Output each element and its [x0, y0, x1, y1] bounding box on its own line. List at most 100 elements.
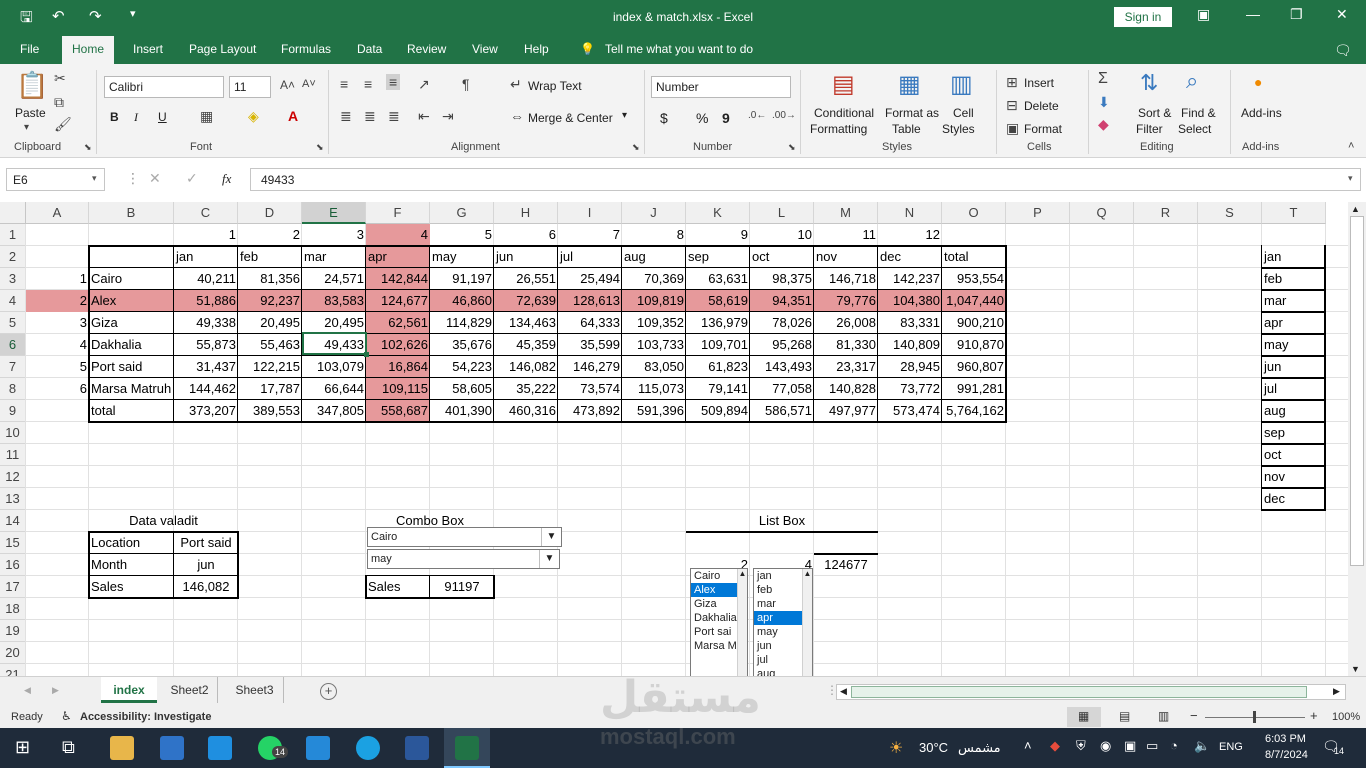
task-view-icon[interactable]: ⧉: [62, 737, 75, 758]
month-list-cell[interactable]: apr: [1262, 312, 1326, 334]
column-header[interactable]: J: [622, 202, 686, 224]
sign-in-button[interactable]: Sign in: [1114, 7, 1172, 27]
row-header[interactable]: 10: [0, 422, 26, 444]
combo-box-city[interactable]: Cairo ▼: [367, 527, 562, 547]
table-name-cell[interactable]: Giza: [89, 312, 174, 334]
row-index-cell[interactable]: 2: [26, 290, 89, 312]
table-value-cell[interactable]: 64,333: [558, 312, 622, 334]
month-list-cell[interactable]: jul: [1262, 378, 1326, 400]
row-header[interactable]: 20: [0, 642, 26, 664]
cell-number[interactable]: 10: [750, 224, 814, 246]
merge-dropdown-icon[interactable]: ▾: [622, 110, 627, 121]
tab-insert[interactable]: Insert: [133, 42, 163, 56]
table-value-cell[interactable]: 31,437: [174, 356, 238, 378]
table-value-cell[interactable]: 98,375: [750, 268, 814, 290]
clock-date[interactable]: 8/7/2024: [1265, 749, 1308, 761]
row-header[interactable]: 21: [0, 664, 26, 676]
scroll-down-icon[interactable]: ▼: [1351, 664, 1360, 674]
column-header[interactable]: G: [430, 202, 494, 224]
store-icon[interactable]: [160, 736, 184, 760]
tab-data[interactable]: Data: [357, 42, 382, 56]
table-header-cell[interactable]: oct: [750, 246, 814, 268]
tab-view[interactable]: View: [472, 42, 498, 56]
tab-formulas[interactable]: Formulas: [281, 42, 331, 56]
cell-number[interactable]: 8: [622, 224, 686, 246]
row-index-cell[interactable]: 4: [26, 334, 89, 356]
confirm-entry-icon[interactable]: ✓: [186, 170, 198, 187]
sheet-tab-index[interactable]: index: [101, 677, 157, 703]
table-header-cell[interactable]: jun: [494, 246, 558, 268]
number-launcher-icon[interactable]: ⬊: [788, 142, 796, 153]
number-format-select[interactable]: Number: [651, 76, 791, 98]
table-value-cell[interactable]: 103,733: [622, 334, 686, 356]
autosum-icon[interactable]: Σ: [1098, 70, 1108, 88]
tray-battery-icon[interactable]: ▭: [1146, 738, 1158, 754]
worksheet-grid[interactable]: ABCDEFGHIJKLMNOPQRST 1 2 3 4 5 6 7 8 9 10 11 12 13 14…: [0, 202, 1348, 676]
table-value-cell[interactable]: 35,676: [430, 334, 494, 356]
table-header-cell[interactable]: aug: [622, 246, 686, 268]
table-value-cell[interactable]: 83,050: [622, 356, 686, 378]
font-name-select[interactable]: Calibri: [104, 76, 224, 98]
table-header-cell[interactable]: dec: [878, 246, 942, 268]
cell-number[interactable]: 9: [686, 224, 750, 246]
table-value-cell[interactable]: 70,369: [622, 268, 686, 290]
row-index-cell[interactable]: 1: [26, 268, 89, 290]
table-value-cell[interactable]: 83,331: [878, 312, 942, 334]
volume-icon[interactable]: 🔈: [1194, 738, 1210, 754]
row-header[interactable]: 15: [0, 532, 26, 554]
add-ins-button[interactable]: Add-ins: [1241, 106, 1282, 120]
conditional-formatting-button[interactable]: Conditional: [814, 106, 874, 120]
name-box[interactable]: E6: [6, 168, 105, 191]
cell-number[interactable]: 5: [430, 224, 494, 246]
ribbon-display-icon[interactable]: ▣: [1197, 6, 1210, 23]
column-header[interactable]: R: [1134, 202, 1198, 224]
column-header[interactable]: C: [174, 202, 238, 224]
table-value-cell[interactable]: 586,571: [750, 400, 814, 422]
currency-button[interactable]: $: [660, 110, 668, 126]
increase-decimal-icon[interactable]: .0←: [748, 110, 766, 121]
column-header[interactable]: K: [686, 202, 750, 224]
table-header-cell[interactable]: sep: [686, 246, 750, 268]
paste-dropdown-icon[interactable]: ▾: [24, 122, 29, 133]
table-value-cell[interactable]: 143,493: [750, 356, 814, 378]
paste-icon[interactable]: 📋: [16, 70, 48, 101]
fill-icon[interactable]: ⬇: [1098, 94, 1110, 111]
sales-label[interactable]: Sales: [89, 576, 174, 598]
font-launcher-icon[interactable]: ⬊: [316, 142, 324, 153]
zoom-in-icon[interactable]: +: [1310, 708, 1318, 723]
comments-icon[interactable]: 🗨: [1334, 42, 1352, 59]
align-bottom-icon[interactable]: ≡: [386, 74, 401, 90]
row-header[interactable]: 13: [0, 488, 26, 510]
column-header[interactable]: L: [750, 202, 814, 224]
word-icon[interactable]: [405, 736, 429, 760]
bold-button[interactable]: B: [110, 110, 119, 124]
column-header[interactable]: A: [26, 202, 89, 224]
tray-camera-icon[interactable]: ◉: [1100, 738, 1111, 754]
cell-number[interactable]: 7: [558, 224, 622, 246]
combo-sales-label[interactable]: Sales: [366, 576, 430, 598]
active-cell-e6[interactable]: [302, 332, 367, 355]
cancel-entry-icon[interactable]: ✕: [149, 170, 161, 187]
minimize-icon[interactable]: —: [1246, 6, 1260, 22]
combo-city-dropdown-icon[interactable]: ▼: [541, 528, 561, 546]
table-value-cell[interactable]: 128,613: [558, 290, 622, 312]
column-header[interactable]: O: [942, 202, 1006, 224]
cell-number[interactable]: 12: [878, 224, 942, 246]
table-header-cell[interactable]: mar: [302, 246, 366, 268]
table-name-cell[interactable]: total: [89, 400, 174, 422]
accessibility-status[interactable]: Accessibility: Investigate: [80, 711, 211, 723]
table-value-cell[interactable]: 134,463: [494, 312, 558, 334]
decrease-font-icon[interactable]: A˅: [302, 78, 316, 90]
combo-sales-value[interactable]: 91197: [430, 576, 494, 598]
alignment-launcher-icon[interactable]: ⬊: [632, 142, 640, 153]
tray-security-icon[interactable]: ⛨: [1076, 738, 1086, 754]
table-value-cell[interactable]: 558,687: [366, 400, 430, 422]
combo-box-month[interactable]: may ▼: [367, 549, 560, 569]
table-value-cell[interactable]: 26,551: [494, 268, 558, 290]
column-header[interactable]: I: [558, 202, 622, 224]
vscode-icon[interactable]: [306, 736, 330, 760]
table-value-cell[interactable]: 991,281: [942, 378, 1006, 400]
table-value-cell[interactable]: 35,222: [494, 378, 558, 400]
wrap-text-button[interactable]: Wrap Text: [528, 79, 582, 93]
italic-button[interactable]: I: [134, 110, 138, 125]
